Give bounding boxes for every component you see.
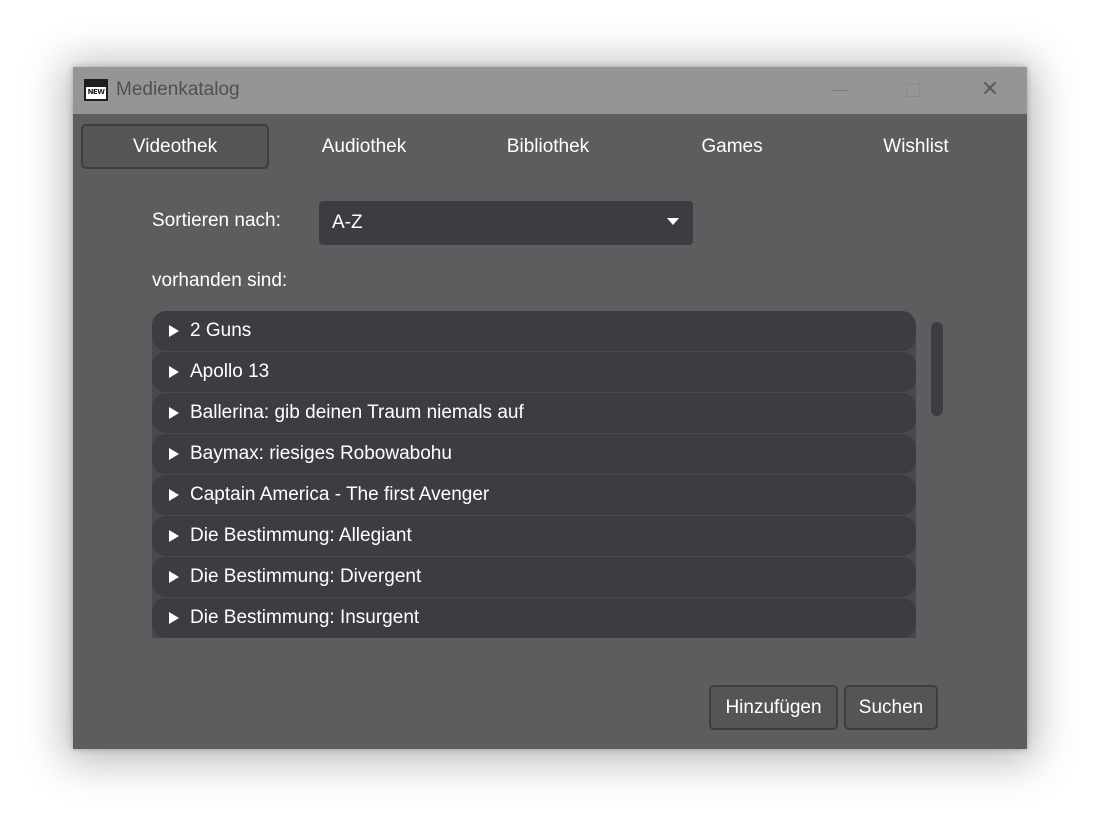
expand-arrow-icon	[169, 612, 179, 624]
window-title: Medienkatalog	[116, 79, 240, 100]
app-window: NEW Medienkatalog ✕ Videothek Audiothek …	[73, 67, 1027, 749]
expand-arrow-icon	[169, 489, 179, 501]
close-icon: ✕	[980, 77, 1000, 102]
maximize-button[interactable]	[879, 67, 949, 114]
search-button[interactable]: Suchen	[844, 685, 938, 730]
expand-arrow-icon	[169, 325, 179, 337]
close-button[interactable]: ✕	[953, 67, 1023, 114]
expand-arrow-icon	[169, 571, 179, 583]
list-item-label: Baymax: riesiges Robowabohu	[190, 443, 452, 464]
sort-select[interactable]: A-Z	[319, 201, 693, 245]
list-item-label: 2 Guns	[190, 320, 252, 341]
tab-audiothek[interactable]: Audiothek	[270, 124, 458, 169]
list-scrollbar-thumb[interactable]	[931, 322, 943, 416]
list-item-label: Die Bestimmung: Divergent	[190, 566, 422, 587]
list-item-label: Captain America - The first Avenger	[190, 484, 490, 505]
minimize-button[interactable]	[805, 67, 875, 114]
expand-arrow-icon	[169, 407, 179, 419]
add-button[interactable]: Hinzufügen	[709, 685, 838, 730]
available-label: vorhanden sind:	[152, 270, 288, 291]
list-item[interactable]: 2 Guns	[152, 311, 916, 351]
expand-arrow-icon	[169, 366, 179, 378]
tab-wishlist[interactable]: Wishlist	[822, 124, 1010, 169]
list-item-label: Ballerina: gib deinen Traum niemals auf	[190, 402, 524, 423]
tab-bibliothek[interactable]: Bibliothek	[454, 124, 642, 169]
list-item[interactable]: Captain America - The first Avenger	[152, 475, 916, 515]
sort-select-value: A-Z	[332, 212, 363, 233]
list-item[interactable]: Apollo 13	[152, 352, 916, 392]
media-list[interactable]: 2 Guns Apollo 13 Ballerina: gib deinen T…	[152, 311, 916, 638]
title-bar[interactable]: NEW Medienkatalog ✕	[73, 67, 1027, 114]
list-item-label: Die Bestimmung: Insurgent	[190, 607, 420, 628]
app-icon: NEW	[84, 79, 108, 101]
dropdown-arrow-icon	[667, 218, 679, 225]
expand-arrow-icon	[169, 530, 179, 542]
tab-videothek[interactable]: Videothek	[81, 124, 269, 169]
tab-games[interactable]: Games	[638, 124, 826, 169]
list-item-label: Apollo 13	[190, 361, 270, 382]
list-item-label: Die Bestimmung: Allegiant	[190, 525, 412, 546]
list-item[interactable]: Die Bestimmung: Allegiant	[152, 516, 916, 556]
list-item[interactable]: Die Bestimmung: Insurgent	[152, 598, 916, 638]
maximize-icon	[906, 83, 920, 97]
list-item[interactable]: Die Bestimmung: Divergent	[152, 557, 916, 597]
expand-arrow-icon	[169, 448, 179, 460]
list-item[interactable]: Baymax: riesiges Robowabohu	[152, 434, 916, 474]
list-item[interactable]: Ballerina: gib deinen Traum niemals auf	[152, 393, 916, 433]
sort-label: Sortieren nach:	[152, 210, 281, 231]
minimize-icon	[832, 90, 848, 91]
